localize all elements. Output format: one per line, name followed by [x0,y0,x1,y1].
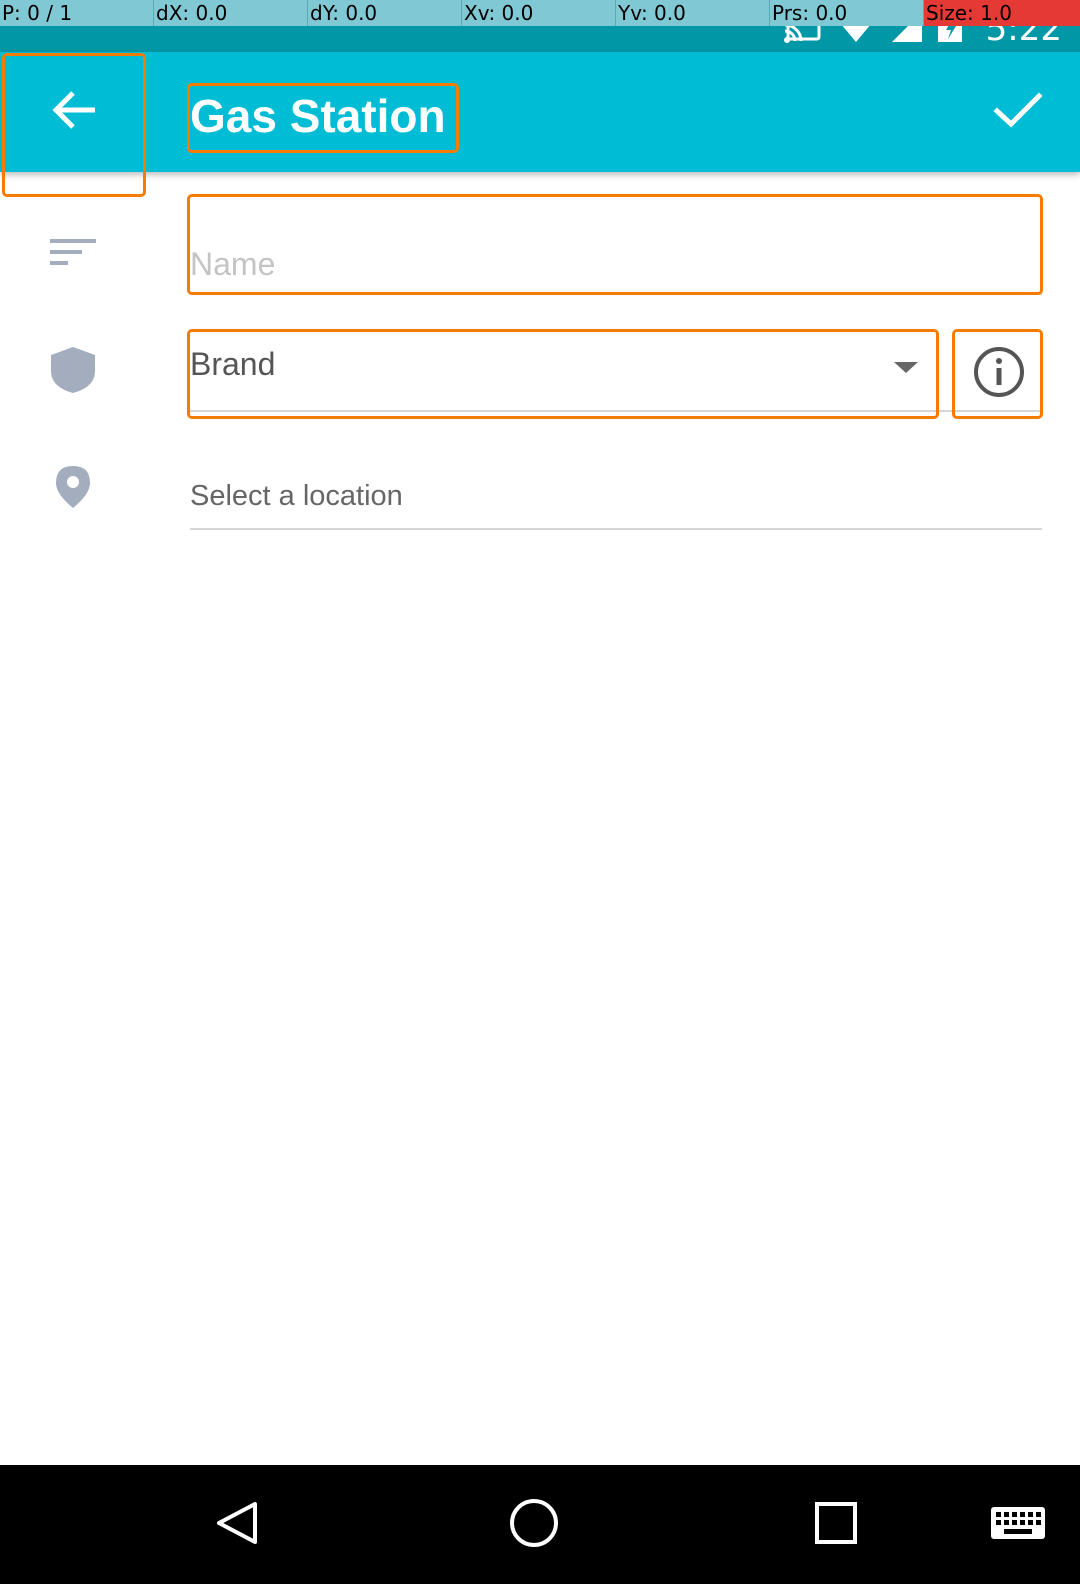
shield-icon [46,343,100,397]
debug-pointer: P: 0 / 1 [0,0,154,26]
nav-recents-button[interactable] [804,1493,868,1557]
name-underline [190,293,1042,295]
confirm-button[interactable] [986,80,1050,144]
brand-underline [190,410,1042,412]
debug-yv: Yv: 0.0 [616,0,770,26]
location-label: Select a location [190,480,403,512]
brand-label: Brand [190,346,276,382]
navigation-bar [0,1465,1080,1584]
nav-home-button[interactable] [502,1493,566,1557]
back-button[interactable] [2,54,146,198]
recents-nav-icon [812,1499,860,1552]
notes-icon [46,225,100,279]
info-icon [972,345,1026,404]
dropdown-arrow-icon [892,360,920,379]
brand-dropdown[interactable]: Brand [190,332,936,416]
screen: 5:22 P: 0 / 1 dX: 0.0 dY: 0.0 Xv: 0.0 Yv… [0,0,1080,1584]
brand-info-button[interactable] [956,332,1042,416]
name-field[interactable] [190,196,1042,292]
arrow-back-icon [51,90,97,135]
debug-prs: Prs: 0.0 [770,0,924,26]
debug-dy: dY: 0.0 [308,0,462,26]
check-icon [993,90,1043,135]
keyboard-button[interactable] [986,1493,1050,1557]
app-bar: Gas Station [0,52,1080,172]
keyboard-icon [990,1506,1046,1545]
debug-dx: dX: 0.0 [154,0,308,26]
debug-size: Size: 1.0 [924,0,1080,26]
location-field[interactable]: Select a location [190,468,1042,528]
page-title: Gas Station [190,90,446,142]
back-nav-icon [211,1498,261,1553]
debug-xv: Xv: 0.0 [462,0,616,26]
nav-back-button[interactable] [204,1493,268,1557]
location-pin-icon [46,460,100,514]
home-nav-icon [507,1496,561,1555]
location-underline [190,528,1042,530]
pointer-location-overlay: P: 0 / 1 dX: 0.0 dY: 0.0 Xv: 0.0 Yv: 0.0… [0,0,1080,26]
